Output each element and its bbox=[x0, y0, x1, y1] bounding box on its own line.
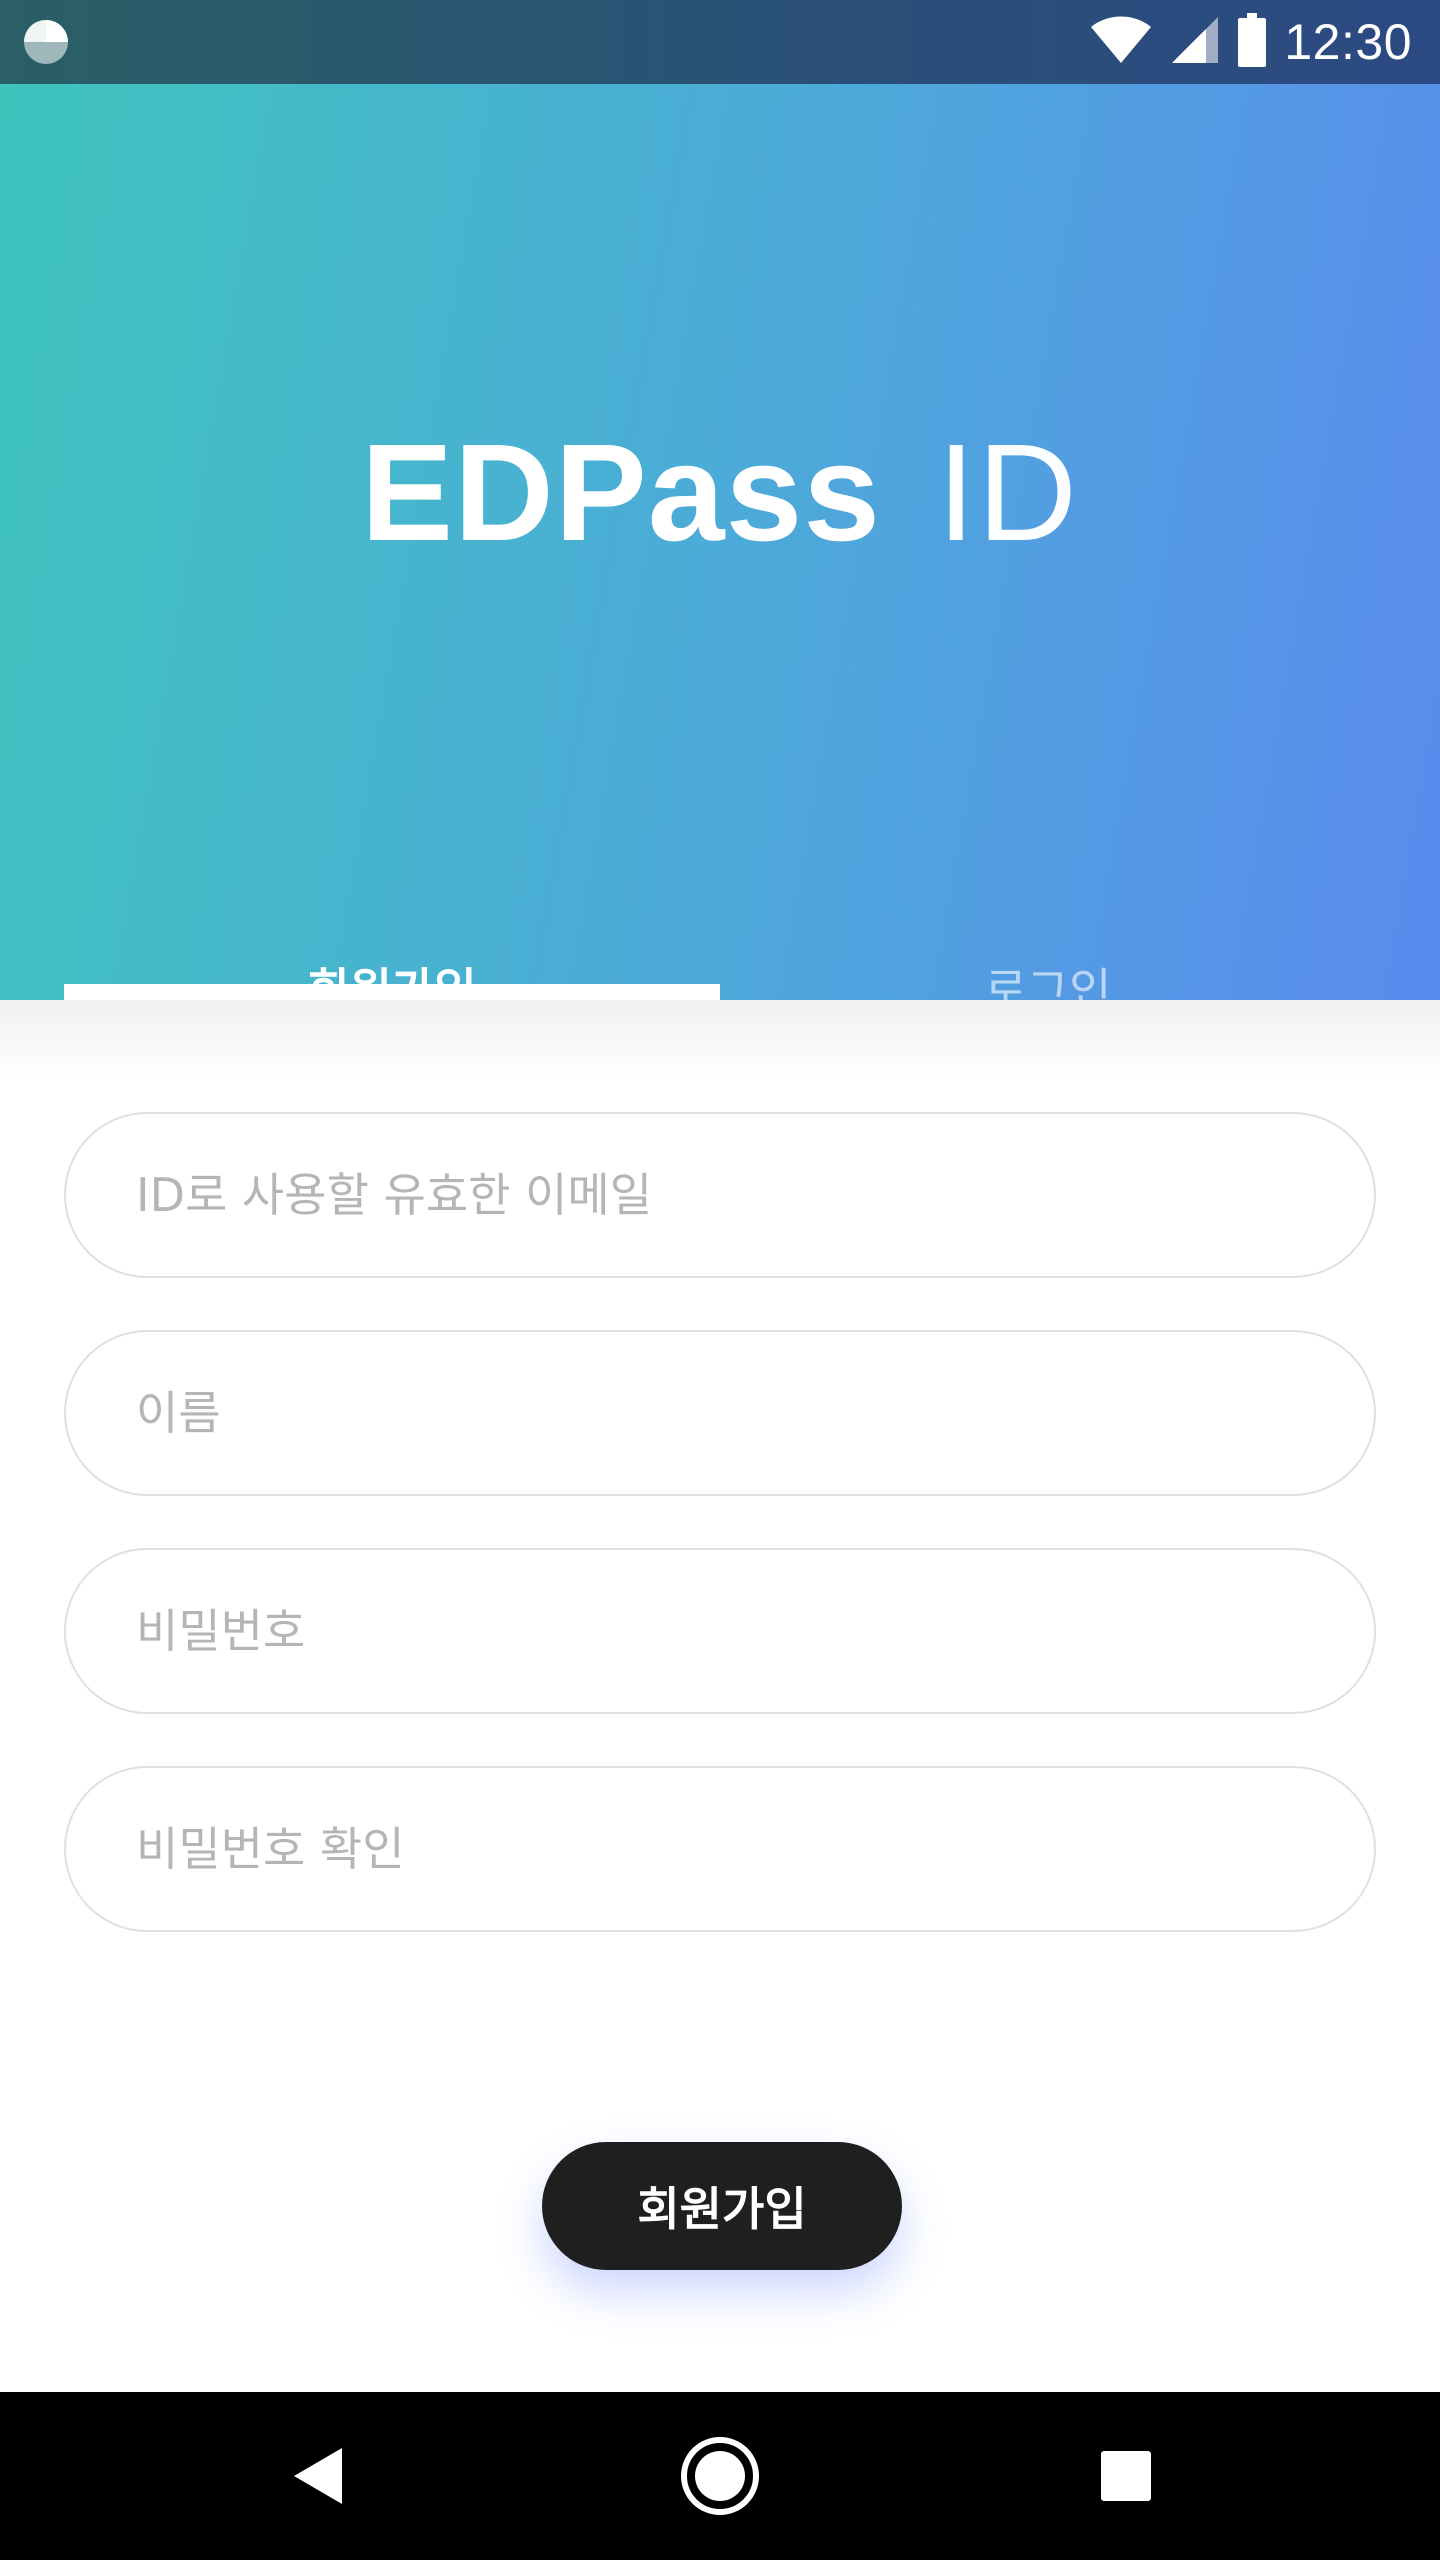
back-triangle-icon[interactable] bbox=[278, 2436, 358, 2516]
status-bar: 12:30 bbox=[0, 0, 1440, 84]
tab-signup[interactable]: 회원가입 bbox=[64, 864, 720, 1017]
status-indicators: 12:30 bbox=[1090, 0, 1412, 84]
email-field bbox=[64, 1112, 1376, 1278]
logo-primary: EDPass bbox=[361, 416, 881, 570]
header-shadow bbox=[0, 1000, 1440, 1080]
active-tab-indicator bbox=[64, 984, 720, 1000]
wifi-icon bbox=[1090, 15, 1152, 69]
signup-button[interactable]: 회원가입 bbox=[542, 2142, 902, 2270]
password-confirm-field bbox=[64, 1766, 1376, 1932]
email-input[interactable] bbox=[66, 1114, 1374, 1276]
pie-app-icon bbox=[22, 18, 70, 66]
app-logo: EDPass ID bbox=[0, 424, 1440, 562]
header: EDPassID 회원가입 로그인 bbox=[0, 84, 1440, 1017]
home-circle-icon[interactable] bbox=[680, 2436, 760, 2516]
auth-tabs: 회원가입 로그인 bbox=[0, 864, 1440, 1017]
password-input[interactable] bbox=[66, 1550, 1374, 1712]
password-confirm-input[interactable] bbox=[66, 1768, 1374, 1930]
navigation-bar bbox=[0, 2392, 1440, 2560]
logo-secondary: ID bbox=[937, 416, 1079, 570]
name-field bbox=[64, 1330, 1376, 1496]
status-time: 12:30 bbox=[1284, 14, 1412, 70]
name-input[interactable] bbox=[66, 1332, 1374, 1494]
battery-icon bbox=[1238, 13, 1267, 71]
recent-square-icon[interactable] bbox=[1086, 2436, 1166, 2516]
password-field bbox=[64, 1548, 1376, 1714]
signal-icon bbox=[1170, 15, 1220, 69]
tab-login[interactable]: 로그인 bbox=[720, 864, 1376, 1017]
